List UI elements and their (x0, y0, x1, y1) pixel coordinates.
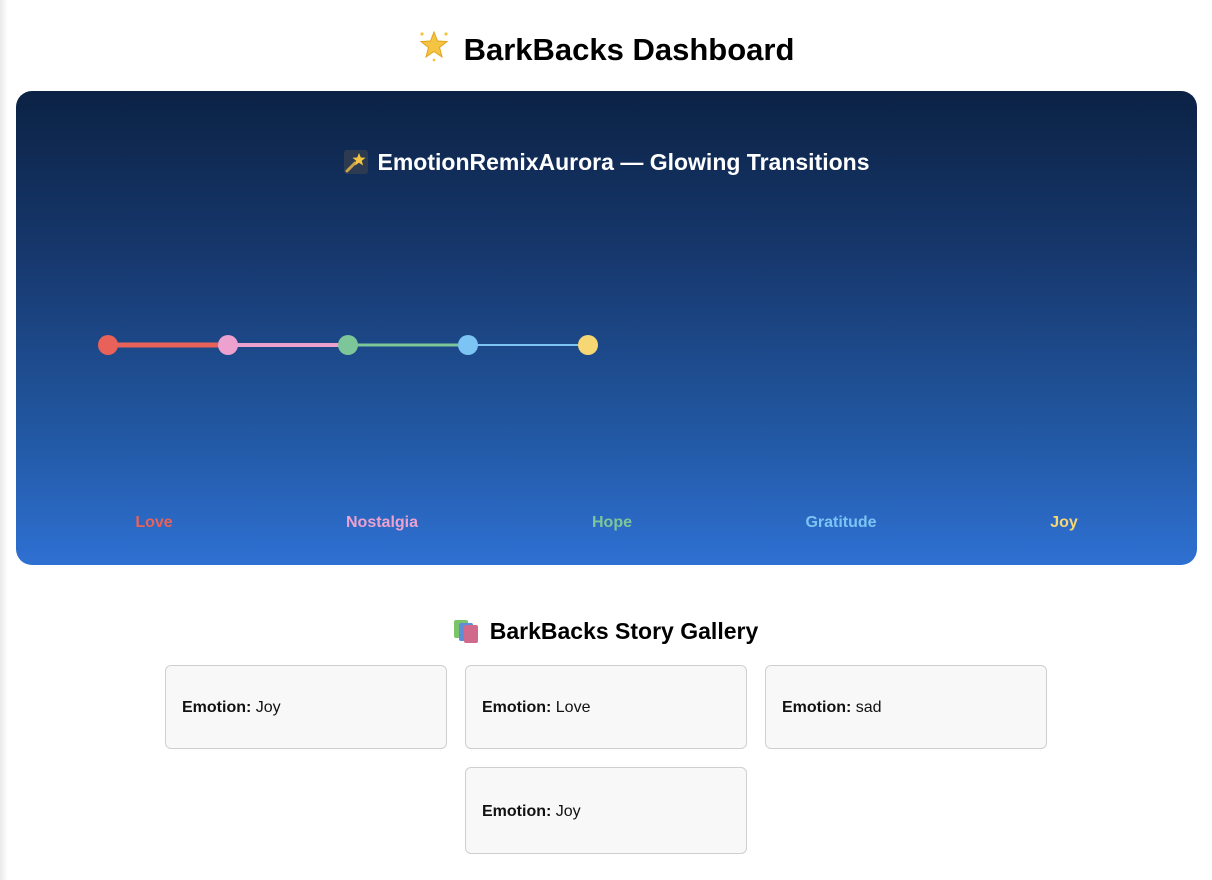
emotion-field-label: Emotion: (182, 699, 252, 716)
emotion-label-hope: Hope (592, 514, 632, 531)
emotion-node-joy[interactable] (578, 335, 598, 355)
emotion-field-label: Emotion: (782, 699, 852, 716)
shooting-star-icon (343, 150, 368, 174)
page-title-text: BarkBacks Dashboard (463, 32, 795, 67)
story-card[interactable]: Emotion: Joy (465, 767, 747, 854)
emotion-label-love: Love (135, 514, 173, 531)
emotion-label-nostalgia: Nostalgia (345, 514, 418, 531)
emotion-node-nostalgia[interactable] (218, 335, 238, 355)
gallery-title-text: BarkBacks Story Gallery (489, 618, 759, 644)
gallery-title: BarkBacks Story Gallery (0, 616, 1212, 646)
emotion-field-label: Emotion: (482, 699, 552, 716)
emotion-label-gratitude: Gratitude (805, 514, 877, 531)
emotion-value: Love (555, 699, 591, 716)
aurora-title: EmotionRemixAurora — Glowing Transitions (16, 147, 1197, 177)
story-card[interactable]: Emotion: Love (465, 665, 747, 749)
story-card[interactable]: Emotion: sad (765, 665, 1047, 749)
emotion-field-label: Emotion: (482, 803, 552, 820)
books-icon (453, 620, 478, 643)
emotion-aurora-panel: EmotionRemixAurora — Glowing Transitions… (16, 91, 1197, 565)
star-sparkle-icon (418, 30, 450, 74)
emotion-node-hope[interactable] (338, 335, 358, 355)
page-edge-shadow (0, 0, 8, 880)
emotion-value: Joy (555, 803, 581, 820)
emotion-value: Joy (255, 699, 281, 716)
emotion-node-love[interactable] (98, 335, 118, 355)
emotion-node-gratitude[interactable] (458, 335, 478, 355)
aurora-title-text: EmotionRemixAurora — Glowing Transitions (377, 149, 870, 175)
emotion-label-joy: Joy (1050, 514, 1078, 531)
page-title: BarkBacks Dashboard (0, 28, 1212, 72)
emotion-value: sad (855, 699, 882, 716)
story-card[interactable]: Emotion: Joy (165, 665, 447, 749)
